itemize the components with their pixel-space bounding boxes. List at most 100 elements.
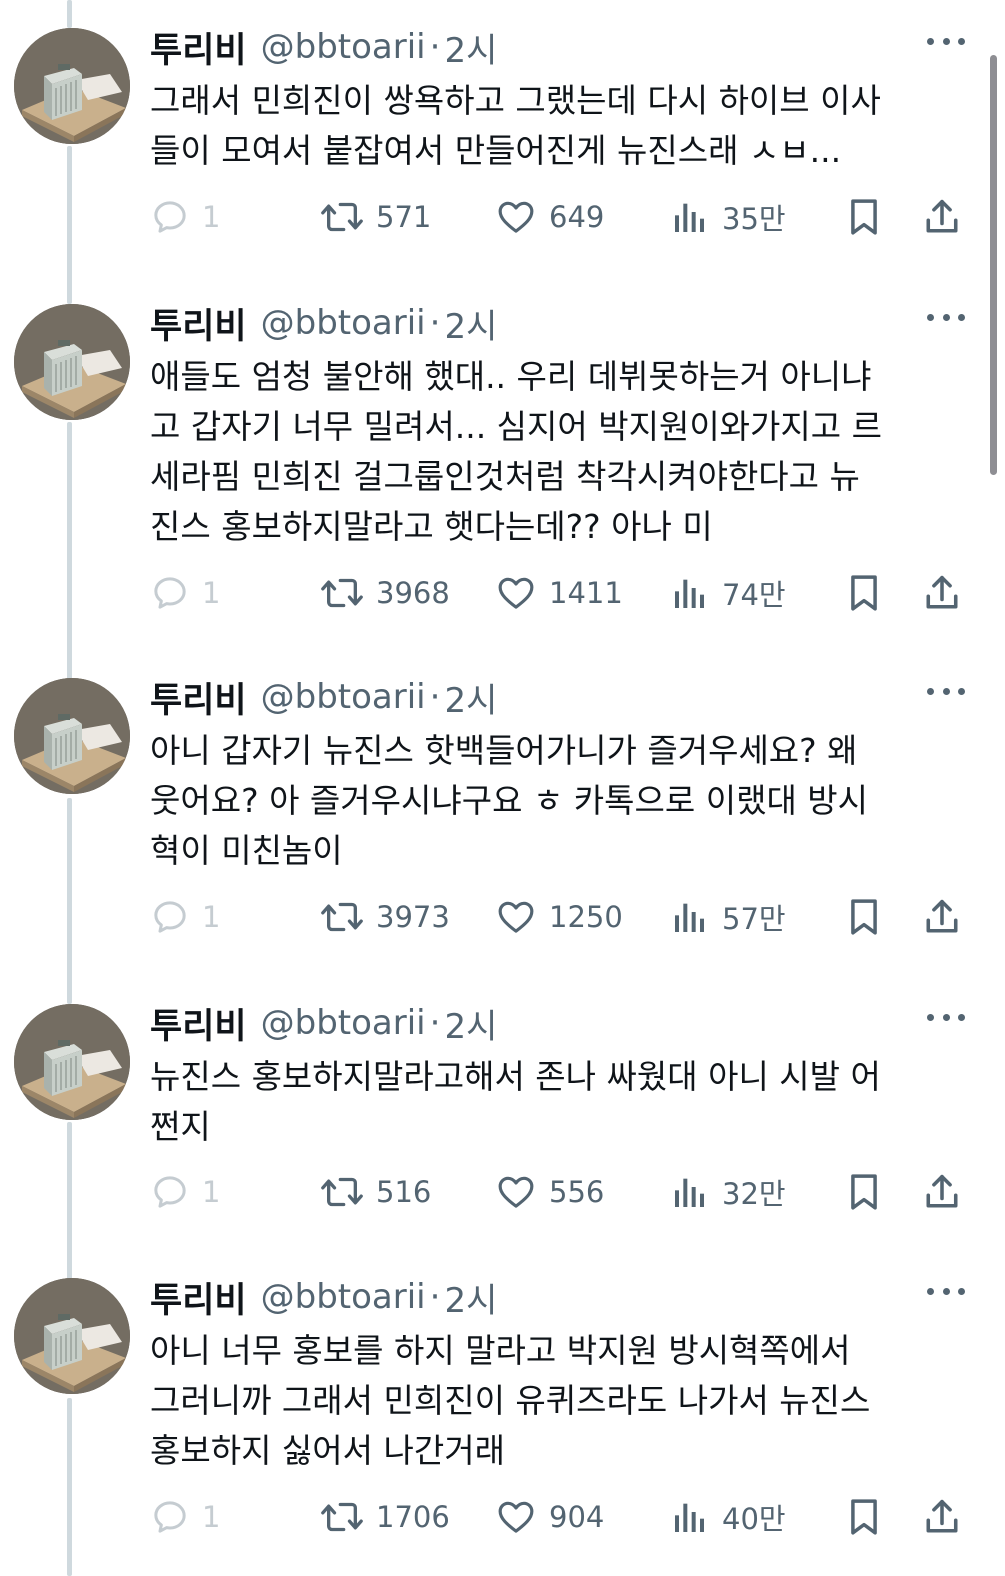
scrollbar[interactable] <box>990 55 997 475</box>
retweet-count: 571 <box>376 200 432 234</box>
user-handle[interactable]: @bbtoarii <box>261 677 426 717</box>
views-button[interactable]: 57만 <box>670 892 786 942</box>
action-bar: 1 571 649 35만 <box>150 192 970 242</box>
avatar[interactable] <box>14 1004 130 1120</box>
reply-count: 1 <box>202 576 221 610</box>
tweet-header: 투리비 @bbtoarii · 2시 <box>150 22 497 73</box>
retweet-count: 516 <box>376 1175 432 1209</box>
share-button[interactable] <box>922 1492 962 1542</box>
action-bar: 1 3973 1250 57만 <box>150 892 970 942</box>
retweet-button[interactable]: 3973 <box>320 892 450 942</box>
more-dots-icon[interactable] <box>927 688 965 698</box>
like-button[interactable]: 1411 <box>495 568 623 618</box>
avatar-image <box>14 1278 130 1394</box>
timestamp[interactable]: 2시 <box>444 999 497 1048</box>
share-upload-icon <box>926 199 958 233</box>
tweet-text: 뉴진스 홍보하지말라고해서 존나 싸웠대 아니 시발 어 쩐지 <box>150 1057 881 1146</box>
reply-button[interactable]: 1 <box>150 1167 220 1217</box>
views-button[interactable]: 32만 <box>670 1167 786 1217</box>
timestamp[interactable]: 2시 <box>444 299 497 348</box>
bookmark-button[interactable] <box>845 1167 883 1217</box>
reply-count: 1 <box>202 1175 221 1209</box>
avatar-image <box>14 678 130 794</box>
reply-button[interactable]: 1 <box>150 192 220 242</box>
user-handle[interactable]: @bbtoarii <box>261 1277 426 1317</box>
retweet-icon <box>321 1177 363 1207</box>
action-bar: 1 516 556 32만 <box>150 1167 970 1217</box>
views-button[interactable]: 74만 <box>670 568 786 618</box>
share-button[interactable] <box>922 568 962 618</box>
user-handle[interactable]: @bbtoarii <box>261 303 426 343</box>
separator-dot: · <box>429 27 441 67</box>
retweet-count: 3968 <box>376 576 450 610</box>
views-bar-chart-icon <box>675 203 704 232</box>
user-handle[interactable]: @bbtoarii <box>261 1003 426 1043</box>
view-count: 57만 <box>722 902 786 936</box>
views-button[interactable]: 40만 <box>670 1492 786 1542</box>
tweet-text: 그래서 민희진이 쌍욕하고 그랬는데 다시 하이브 이사 들이 모여서 붙잡여서… <box>150 81 881 170</box>
share-upload-icon <box>926 899 958 933</box>
tweet-text: 애들도 엄청 불안해 했대.. 우리 데뷔못하는거 아니냐 고 갑자기 너무 밀… <box>150 357 882 546</box>
retweet-button[interactable]: 516 <box>320 1167 431 1217</box>
reply-count: 1 <box>202 200 221 234</box>
separator-dot: · <box>429 677 441 717</box>
display-name[interactable]: 투리비 <box>150 998 247 1049</box>
share-button[interactable] <box>922 892 962 942</box>
heart-icon <box>498 901 534 933</box>
share-button[interactable] <box>922 192 962 242</box>
like-count: 1411 <box>549 576 623 610</box>
like-button[interactable]: 649 <box>495 192 604 242</box>
more-dots-icon[interactable] <box>927 38 965 48</box>
views-bar-chart-icon <box>675 903 704 932</box>
more-dots-icon[interactable] <box>927 1014 965 1024</box>
share-upload-icon <box>926 575 958 609</box>
view-count: 74만 <box>722 578 786 612</box>
thread-connector-line <box>67 0 72 28</box>
thread-connector-line <box>67 1398 72 1576</box>
display-name[interactable]: 투리비 <box>150 298 247 349</box>
reply-button[interactable]: 1 <box>150 1492 220 1542</box>
like-button[interactable]: 904 <box>495 1492 604 1542</box>
like-button[interactable]: 1250 <box>495 892 623 942</box>
timestamp[interactable]: 2시 <box>444 23 497 72</box>
bookmark-button[interactable] <box>845 892 883 942</box>
like-count: 904 <box>549 1500 605 1534</box>
display-name[interactable]: 투리비 <box>150 1272 247 1323</box>
reply-bubble-icon <box>154 201 186 233</box>
reply-count: 1 <box>202 900 221 934</box>
heart-icon <box>498 577 534 609</box>
more-dots-icon[interactable] <box>927 314 965 324</box>
avatar[interactable] <box>14 1278 130 1394</box>
bookmark-icon <box>851 899 877 935</box>
avatar[interactable] <box>14 304 130 420</box>
share-button[interactable] <box>922 1167 962 1217</box>
view-count: 40만 <box>722 1502 786 1536</box>
retweet-button[interactable]: 3968 <box>320 568 450 618</box>
retweet-icon <box>321 1502 363 1532</box>
like-count: 649 <box>549 200 605 234</box>
separator-dot: · <box>429 303 441 343</box>
reply-button[interactable]: 1 <box>150 568 220 618</box>
retweet-count: 1706 <box>376 1500 450 1534</box>
views-button[interactable]: 35만 <box>670 192 786 242</box>
reply-button[interactable]: 1 <box>150 892 220 942</box>
bookmark-button[interactable] <box>845 192 883 242</box>
retweet-button[interactable]: 571 <box>320 192 431 242</box>
retweet-icon <box>321 578 363 608</box>
heart-icon <box>498 1176 534 1208</box>
like-button[interactable]: 556 <box>495 1167 604 1217</box>
avatar[interactable] <box>14 28 130 144</box>
display-name[interactable]: 투리비 <box>150 22 247 73</box>
display-name[interactable]: 투리비 <box>150 672 247 723</box>
like-count: 556 <box>549 1175 605 1209</box>
user-handle[interactable]: @bbtoarii <box>261 27 426 67</box>
tweet-text: 아니 갑자기 뉴진스 핫백들어가니가 즐거우세요? 왜 웃어요? 아 즐거우시냐… <box>150 731 869 870</box>
timestamp[interactable]: 2시 <box>444 1273 497 1322</box>
avatar[interactable] <box>14 678 130 794</box>
bookmark-button[interactable] <box>845 1492 883 1542</box>
timestamp[interactable]: 2시 <box>444 673 497 722</box>
retweet-button[interactable]: 1706 <box>320 1492 450 1542</box>
bookmark-button[interactable] <box>845 568 883 618</box>
reply-bubble-icon <box>154 1176 186 1208</box>
more-dots-icon[interactable] <box>927 1288 965 1298</box>
